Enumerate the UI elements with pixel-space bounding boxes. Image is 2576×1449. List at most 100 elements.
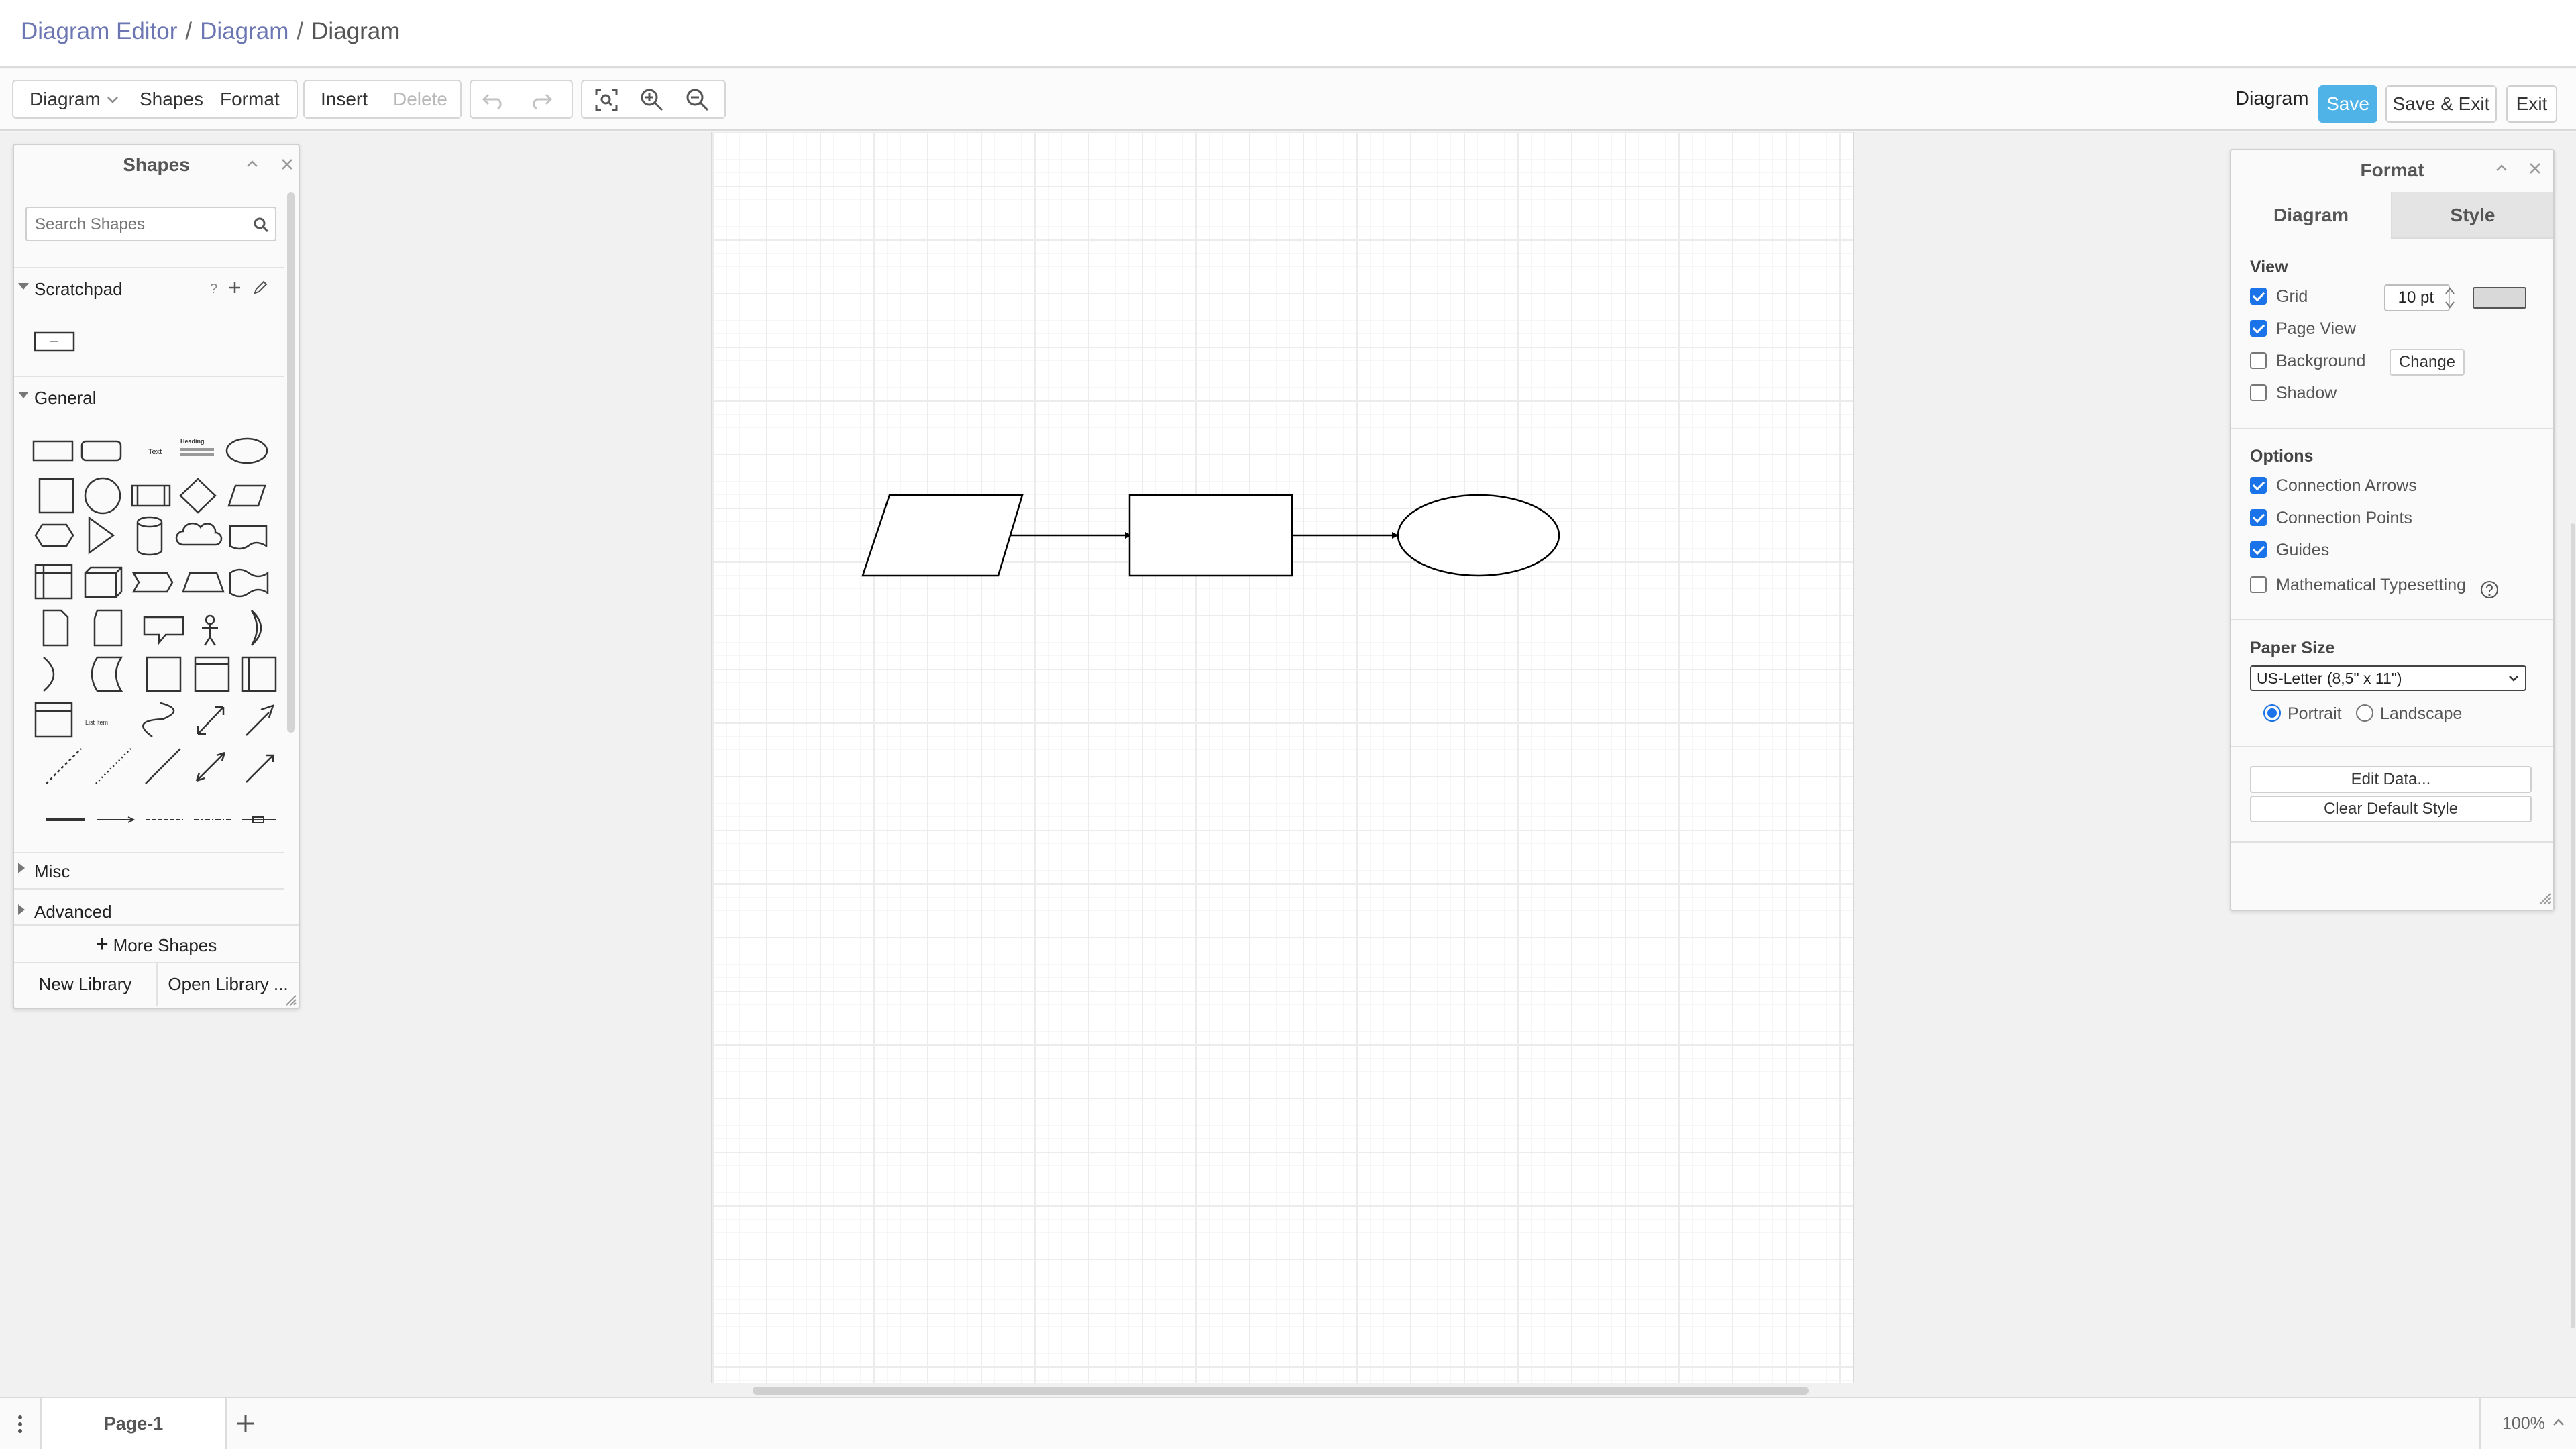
note-icon[interactable] bbox=[42, 609, 69, 647]
parallelogram-shape[interactable] bbox=[861, 494, 1024, 577]
spinner-icon[interactable] bbox=[2443, 284, 2457, 311]
rounded-rectangle-icon[interactable] bbox=[80, 440, 122, 462]
zoom-control[interactable]: 100% bbox=[2479, 1398, 2576, 1449]
grid-color-swatch[interactable] bbox=[2473, 287, 2526, 309]
tab-diagram[interactable]: Diagram bbox=[2231, 192, 2392, 239]
insert-button[interactable]: Insert bbox=[321, 81, 368, 117]
canvas-area[interactable] bbox=[0, 132, 2576, 1397]
square-frame-icon[interactable] bbox=[146, 656, 182, 692]
resize-handle-icon[interactable] bbox=[2537, 891, 2552, 906]
page-view-checkbox[interactable] bbox=[2250, 319, 2267, 337]
horizontal-scrollbar[interactable] bbox=[753, 1387, 1809, 1395]
heading-icon[interactable]: Heading bbox=[180, 438, 205, 445]
tab-style[interactable]: Style bbox=[2392, 192, 2553, 239]
portrait-radio[interactable] bbox=[2263, 704, 2281, 722]
shapes-scrollbar[interactable] bbox=[287, 192, 295, 733]
internal-storage-icon[interactable] bbox=[34, 564, 73, 600]
open-library-button[interactable]: Open Library ... bbox=[158, 962, 299, 1006]
rectangle-shape[interactable] bbox=[1128, 494, 1293, 577]
dotted-line-icon[interactable] bbox=[95, 748, 131, 784]
step-icon[interactable] bbox=[131, 572, 174, 593]
change-background-button[interactable]: Change bbox=[2390, 349, 2465, 376]
breadcrumb-diagram[interactable]: Diagram bbox=[200, 18, 288, 44]
fit-page-icon[interactable] bbox=[593, 87, 620, 113]
hexagon-icon[interactable] bbox=[34, 523, 74, 547]
redo-icon[interactable] bbox=[527, 89, 554, 111]
undo-icon[interactable] bbox=[480, 89, 507, 111]
curve-icon[interactable] bbox=[142, 702, 175, 738]
connection-arrows-checkbox[interactable] bbox=[2250, 476, 2267, 494]
grid-checkbox-row[interactable]: Grid bbox=[2250, 287, 2308, 310]
circle-icon[interactable] bbox=[84, 477, 121, 515]
more-shapes-button[interactable]: + More Shapes bbox=[14, 924, 299, 961]
collapse-icon[interactable] bbox=[2493, 160, 2510, 177]
card-icon[interactable] bbox=[93, 609, 123, 647]
grid-size-field[interactable]: 10 pt bbox=[2384, 284, 2450, 311]
cylinder-icon[interactable] bbox=[136, 516, 163, 556]
background-checkbox[interactable] bbox=[2250, 352, 2267, 369]
data-storage-icon[interactable] bbox=[43, 657, 55, 692]
or-icon[interactable] bbox=[250, 610, 262, 646]
delete-button[interactable]: Delete bbox=[393, 81, 447, 117]
shadow-checkbox[interactable] bbox=[2250, 384, 2267, 401]
container-icon[interactable] bbox=[194, 656, 230, 692]
format-toggle[interactable]: Format bbox=[220, 81, 280, 117]
clear-default-style-button[interactable]: Clear Default Style bbox=[2250, 796, 2532, 822]
text-icon[interactable]: Text bbox=[148, 448, 162, 456]
page-view-checkbox-row[interactable]: Page View bbox=[2250, 319, 2356, 342]
data-storage-shape[interactable] bbox=[91, 656, 123, 692]
save-exit-button[interactable]: Save & Exit bbox=[2385, 85, 2497, 123]
math-typesetting-row[interactable]: Mathematical Typesetting bbox=[2250, 576, 2466, 598]
new-library-button[interactable]: New Library bbox=[14, 962, 158, 1006]
guides-checkbox[interactable] bbox=[2250, 541, 2267, 558]
grid-checkbox[interactable] bbox=[2250, 287, 2267, 305]
diagram-page[interactable] bbox=[711, 132, 1854, 1383]
line-icon[interactable] bbox=[145, 748, 181, 784]
trapezoid-icon[interactable] bbox=[182, 572, 225, 593]
square-icon[interactable] bbox=[38, 478, 74, 514]
shadow-checkbox-row[interactable]: Shadow bbox=[2250, 384, 2337, 407]
help-icon[interactable] bbox=[2479, 580, 2500, 600]
edit-data-button[interactable]: Edit Data... bbox=[2250, 766, 2532, 793]
cloud-icon[interactable] bbox=[175, 522, 223, 546]
save-button[interactable]: Save bbox=[2318, 85, 2377, 123]
close-icon[interactable] bbox=[2526, 160, 2544, 177]
tape-icon[interactable] bbox=[229, 568, 269, 598]
rectangle-icon[interactable] bbox=[32, 440, 74, 462]
background-checkbox-row[interactable]: Background bbox=[2250, 352, 2365, 374]
connection-points-row[interactable]: Connection Points bbox=[2250, 508, 2412, 531]
bidirectional-arrow-icon[interactable] bbox=[197, 706, 225, 735]
landscape-radio[interactable] bbox=[2356, 704, 2373, 722]
exit-button[interactable]: Exit bbox=[2506, 85, 2557, 123]
shapes-toggle[interactable]: Shapes bbox=[140, 81, 203, 117]
diagram-menu[interactable]: Diagram bbox=[30, 81, 101, 117]
resize-handle-icon[interactable] bbox=[284, 993, 297, 1006]
connection-arrows-row[interactable]: Connection Arrows bbox=[2250, 476, 2417, 499]
paper-size-select[interactable]: US-Letter (8,5" x 11") bbox=[2250, 665, 2526, 691]
list-icon[interactable] bbox=[34, 702, 73, 738]
ellipse-shape[interactable] bbox=[1397, 494, 1560, 577]
ellipse-icon[interactable] bbox=[225, 437, 268, 464]
document-icon[interactable] bbox=[229, 525, 268, 550]
misc-section[interactable]: Misc bbox=[14, 852, 284, 887]
connector-label-icon[interactable] bbox=[242, 816, 276, 823]
landscape-option[interactable]: Landscape bbox=[2356, 704, 2462, 727]
cube-icon[interactable] bbox=[84, 566, 123, 598]
callout-icon[interactable] bbox=[143, 616, 184, 645]
breadcrumb-diagram-editor[interactable]: Diagram Editor bbox=[21, 18, 177, 44]
list-item-icon[interactable]: List Item bbox=[85, 719, 108, 726]
actor-icon[interactable] bbox=[202, 614, 218, 646]
double-arrow-icon[interactable] bbox=[195, 751, 226, 782]
dashed-line-icon[interactable] bbox=[46, 748, 82, 784]
zoom-in-icon[interactable] bbox=[639, 87, 665, 113]
diamond-icon[interactable] bbox=[179, 478, 217, 514]
page-scrollbar[interactable] bbox=[2571, 523, 2575, 1328]
triangle-icon[interactable] bbox=[88, 516, 115, 555]
directional-arrow-icon[interactable] bbox=[246, 754, 274, 783]
portrait-option[interactable]: Portrait bbox=[2263, 704, 2342, 727]
math-typesetting-checkbox[interactable] bbox=[2250, 576, 2267, 593]
zoom-out-icon[interactable] bbox=[684, 87, 711, 113]
arrow-icon[interactable] bbox=[246, 704, 274, 736]
more-options-icon[interactable] bbox=[15, 1414, 25, 1434]
page-tab[interactable]: Page-1 bbox=[40, 1398, 227, 1449]
